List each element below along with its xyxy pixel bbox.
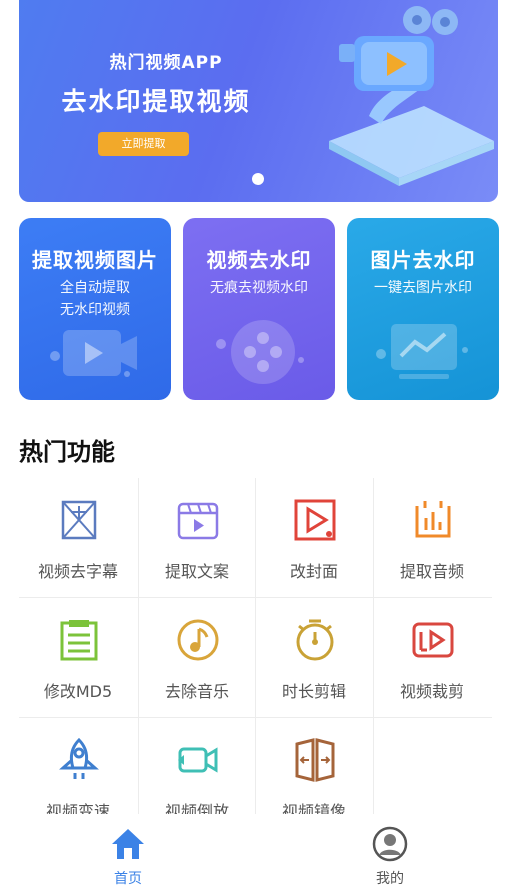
banner-subtitle: 热门视频APP	[109, 53, 223, 73]
bottom-navigation: 首页 我的	[0, 814, 517, 886]
feature-label: 修改MD5	[43, 682, 113, 701]
feature-video-mirror[interactable]: 视频镜像	[255, 718, 373, 814]
card-subtitle: 无痕去视频水印	[210, 280, 308, 296]
feature-label: 去除音乐	[164, 682, 229, 701]
feature-label: 视频去字幕	[37, 562, 118, 581]
reverse-camera-icon	[178, 747, 218, 773]
video-camera-icon	[50, 330, 137, 377]
hot-features-title: 热门功能	[19, 438, 115, 466]
top-banner[interactable]: 热门视频APP 去水印提取视频 立即提取	[19, 0, 498, 202]
audio-bars-icon	[415, 501, 451, 538]
nav-label: 我的	[376, 871, 404, 886]
banner-title: 去水印提取视频	[61, 87, 251, 116]
film-reel-icon	[216, 320, 304, 384]
feature-extract-copy[interactable]: 提取文案	[138, 478, 256, 598]
feature-video-crop[interactable]: 视频裁剪	[373, 598, 491, 718]
feature-label: 视频裁剪	[399, 682, 464, 701]
mirror-door-icon	[295, 738, 335, 782]
movie-projector-icon	[329, 6, 494, 186]
rocket-icon	[59, 738, 99, 779]
home-icon	[112, 829, 144, 859]
video-crop-icon	[412, 622, 454, 658]
feature-label: 视频倒放	[164, 802, 229, 814]
clapperboard-icon	[177, 502, 219, 540]
carousel-indicator[interactable]	[252, 173, 264, 185]
card-subtitle: 无水印视频	[60, 302, 130, 318]
feature-remove-subtitle[interactable]: 视频去字幕	[19, 478, 137, 598]
feature-video-speed[interactable]: 视频变速	[19, 718, 137, 814]
feature-change-cover[interactable]: 改封面	[255, 478, 373, 598]
cover-play-icon	[294, 499, 336, 541]
nav-profile[interactable]: 我的	[330, 820, 450, 886]
extract-video-image-card[interactable]: 提取视频图片 全自动提取 无水印视频	[19, 218, 171, 400]
extract-now-button[interactable]: 立即提取	[98, 132, 189, 156]
feature-label: 时长剪辑	[281, 682, 346, 701]
feature-grid: 视频去字幕 提取文案 改封面 提取音频 修改MD5 去除音乐 时长剪辑 视频裁剪…	[19, 478, 492, 814]
line-chart-icon	[376, 324, 468, 379]
card-subtitle: 一键去图片水印	[374, 280, 472, 296]
stopwatch-icon	[296, 619, 334, 661]
feature-video-reverse[interactable]: 视频倒放	[138, 718, 256, 814]
card-title: 视频去水印	[206, 248, 312, 272]
music-note-icon	[177, 619, 219, 661]
feature-remove-music[interactable]: 去除音乐	[138, 598, 256, 718]
feature-label: 视频镜像	[281, 802, 346, 814]
document-icon	[60, 620, 98, 661]
feature-label: 改封面	[289, 562, 338, 581]
card-title: 图片去水印	[370, 248, 476, 272]
feature-label: 提取音频	[399, 562, 464, 581]
user-avatar-icon	[372, 826, 408, 862]
feature-duration-clip[interactable]: 时长剪辑	[255, 598, 373, 718]
feature-extract-audio[interactable]: 提取音频	[373, 478, 491, 598]
nav-home[interactable]: 首页	[68, 820, 188, 886]
feature-modify-md5[interactable]: 修改MD5	[19, 598, 137, 718]
feature-label: 视频变速	[45, 802, 110, 814]
card-title: 提取视频图片	[32, 248, 158, 272]
image-watermark-removal-card[interactable]: 图片去水印 一键去图片水印	[347, 218, 499, 400]
remove-subtitle-icon	[61, 500, 97, 540]
video-watermark-removal-card[interactable]: 视频去水印 无痕去视频水印	[183, 218, 335, 400]
feature-label: 提取文案	[164, 562, 229, 581]
nav-label: 首页	[114, 871, 142, 886]
card-subtitle: 全自动提取	[60, 280, 130, 296]
